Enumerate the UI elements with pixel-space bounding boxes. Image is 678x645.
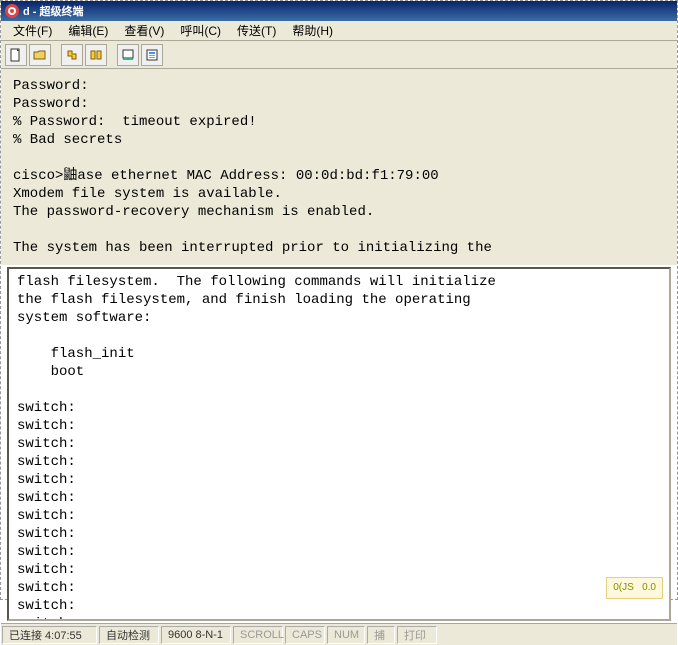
disconnect-button[interactable] <box>85 44 107 66</box>
menu-bar: 文件(F) 编辑(E) 查看(V) 呼叫(C) 传送(T) 帮助(H) <box>1 21 677 41</box>
terminal-scrollback: Password: Password: % Password: timeout … <box>1 69 677 265</box>
open-icon <box>33 48 47 62</box>
window-title: d - 超级终端 <box>23 3 84 19</box>
status-baud: 9600 8-N-1 <box>161 626 231 644</box>
status-badge: 0(JS 0.0 <box>606 577 663 599</box>
status-bar: 已连接 4:07:55 自动检测 9600 8-N-1 SCROLL CAPS … <box>1 623 677 645</box>
status-capture: 捕 <box>367 626 395 644</box>
connect-icon <box>65 48 79 62</box>
menu-file[interactable]: 文件(F) <box>5 20 60 41</box>
properties-button[interactable] <box>141 44 163 66</box>
menu-edit[interactable]: 编辑(E) <box>60 20 116 41</box>
menu-call[interactable]: 呼叫(C) <box>172 20 229 41</box>
toolbar <box>1 41 677 69</box>
new-icon <box>9 48 23 62</box>
status-scroll: SCROLL <box>233 626 283 644</box>
status-print: 打印 <box>397 626 437 644</box>
disconnect-icon <box>89 48 103 62</box>
terminal-main[interactable]: flash filesystem. The following commands… <box>7 267 671 621</box>
menu-transfer[interactable]: 传送(T) <box>229 20 284 41</box>
title-bar: d - 超级终端 <box>1 1 677 21</box>
send-icon <box>121 48 135 62</box>
app-icon <box>5 4 19 18</box>
menu-help[interactable]: 帮助(H) <box>284 20 341 41</box>
terminal-text: flash filesystem. The following commands… <box>17 274 496 621</box>
new-button[interactable] <box>5 44 27 66</box>
open-button[interactable] <box>29 44 51 66</box>
status-num: NUM <box>327 626 365 644</box>
properties-icon <box>145 48 159 62</box>
menu-view[interactable]: 查看(V) <box>116 20 172 41</box>
status-connection: 已连接 4:07:55 <box>2 626 97 644</box>
connect-button[interactable] <box>61 44 83 66</box>
status-detect: 自动检测 <box>99 626 159 644</box>
status-caps: CAPS <box>285 626 325 644</box>
send-button[interactable] <box>117 44 139 66</box>
